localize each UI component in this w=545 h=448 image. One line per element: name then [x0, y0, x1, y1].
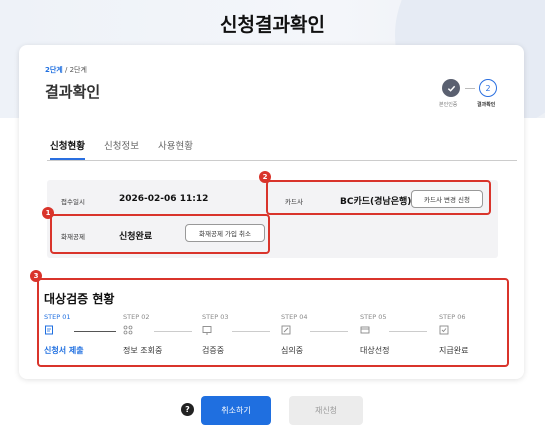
received-value: 2026-02-06 11:12 — [119, 194, 209, 204]
result-title: 결과확인 — [45, 83, 101, 101]
step-code: STEP 03 — [202, 313, 229, 321]
badge-1: 1 — [42, 207, 54, 219]
progress-step-1-label: 본인인증 — [439, 102, 458, 108]
step-code: STEP 06 — [439, 313, 466, 321]
highlight-frame-1 — [50, 214, 270, 254]
highlight-frame-2 — [266, 180, 491, 215]
cancel-button[interactable]: 취소하기 — [201, 396, 271, 425]
checkbox-icon — [439, 325, 449, 335]
received-label: 접수일시 — [61, 198, 85, 206]
step-name: 검증중 — [202, 346, 225, 355]
page-title: 신청결과확인 — [220, 14, 325, 36]
tab-bar: 신청현황 신청정보 사용현황 — [47, 138, 517, 161]
step-name: 대상선정 — [360, 346, 390, 355]
progress-connector — [465, 88, 475, 89]
step-01: STEP 01 신청서 제출 — [44, 313, 114, 355]
progress-stepper: 2 본인인증 결과확인 — [439, 79, 519, 111]
step-total: / 2단계 — [62, 66, 87, 74]
step-code: STEP 05 — [360, 313, 387, 321]
screen-check-icon — [202, 325, 212, 335]
step-name: 정보 조회중 — [123, 346, 163, 355]
progress-step-2-label: 결과확인 — [477, 102, 496, 108]
tab-application-status[interactable]: 신청현황 — [50, 138, 85, 160]
step-name: 지급완료 — [439, 346, 469, 355]
step-code: STEP 01 — [44, 313, 71, 321]
document-icon — [44, 325, 54, 335]
step-03: STEP 03 검증중 — [202, 313, 272, 355]
step-name: 신청서 제출 — [44, 346, 84, 355]
step-indicator: 2단계 / 2단계 — [45, 65, 87, 75]
badge-3: 3 — [30, 270, 42, 282]
edit-icon — [281, 325, 291, 335]
step-code: STEP 04 — [281, 313, 308, 321]
tab-application-info[interactable]: 신청정보 — [104, 138, 139, 158]
progress-step-2: 2 — [479, 79, 497, 97]
nodes-icon — [123, 325, 133, 335]
verification-title: 대상검증 현황 — [44, 292, 115, 306]
help-icon[interactable]: ? — [181, 403, 194, 416]
badge-2: 2 — [259, 171, 271, 183]
step-05: STEP 05 대상선정 — [360, 313, 430, 355]
step-06: STEP 06 지급완료 — [439, 313, 509, 355]
step-02: STEP 02 정보 조회중 — [123, 313, 193, 355]
step-name: 심의중 — [281, 346, 304, 355]
verification-steps: STEP 01 신청서 제출 STEP 02 정보 조회중 STEP 03 검증… — [44, 313, 484, 363]
tab-usage-status[interactable]: 사용현황 — [158, 138, 193, 158]
card-icon — [360, 325, 370, 335]
step-04: STEP 04 심의중 — [281, 313, 351, 355]
step-code: STEP 02 — [123, 313, 150, 321]
reapply-button[interactable]: 재신청 — [289, 396, 363, 425]
check-icon — [442, 79, 460, 97]
step-current: 2단계 — [45, 66, 63, 74]
